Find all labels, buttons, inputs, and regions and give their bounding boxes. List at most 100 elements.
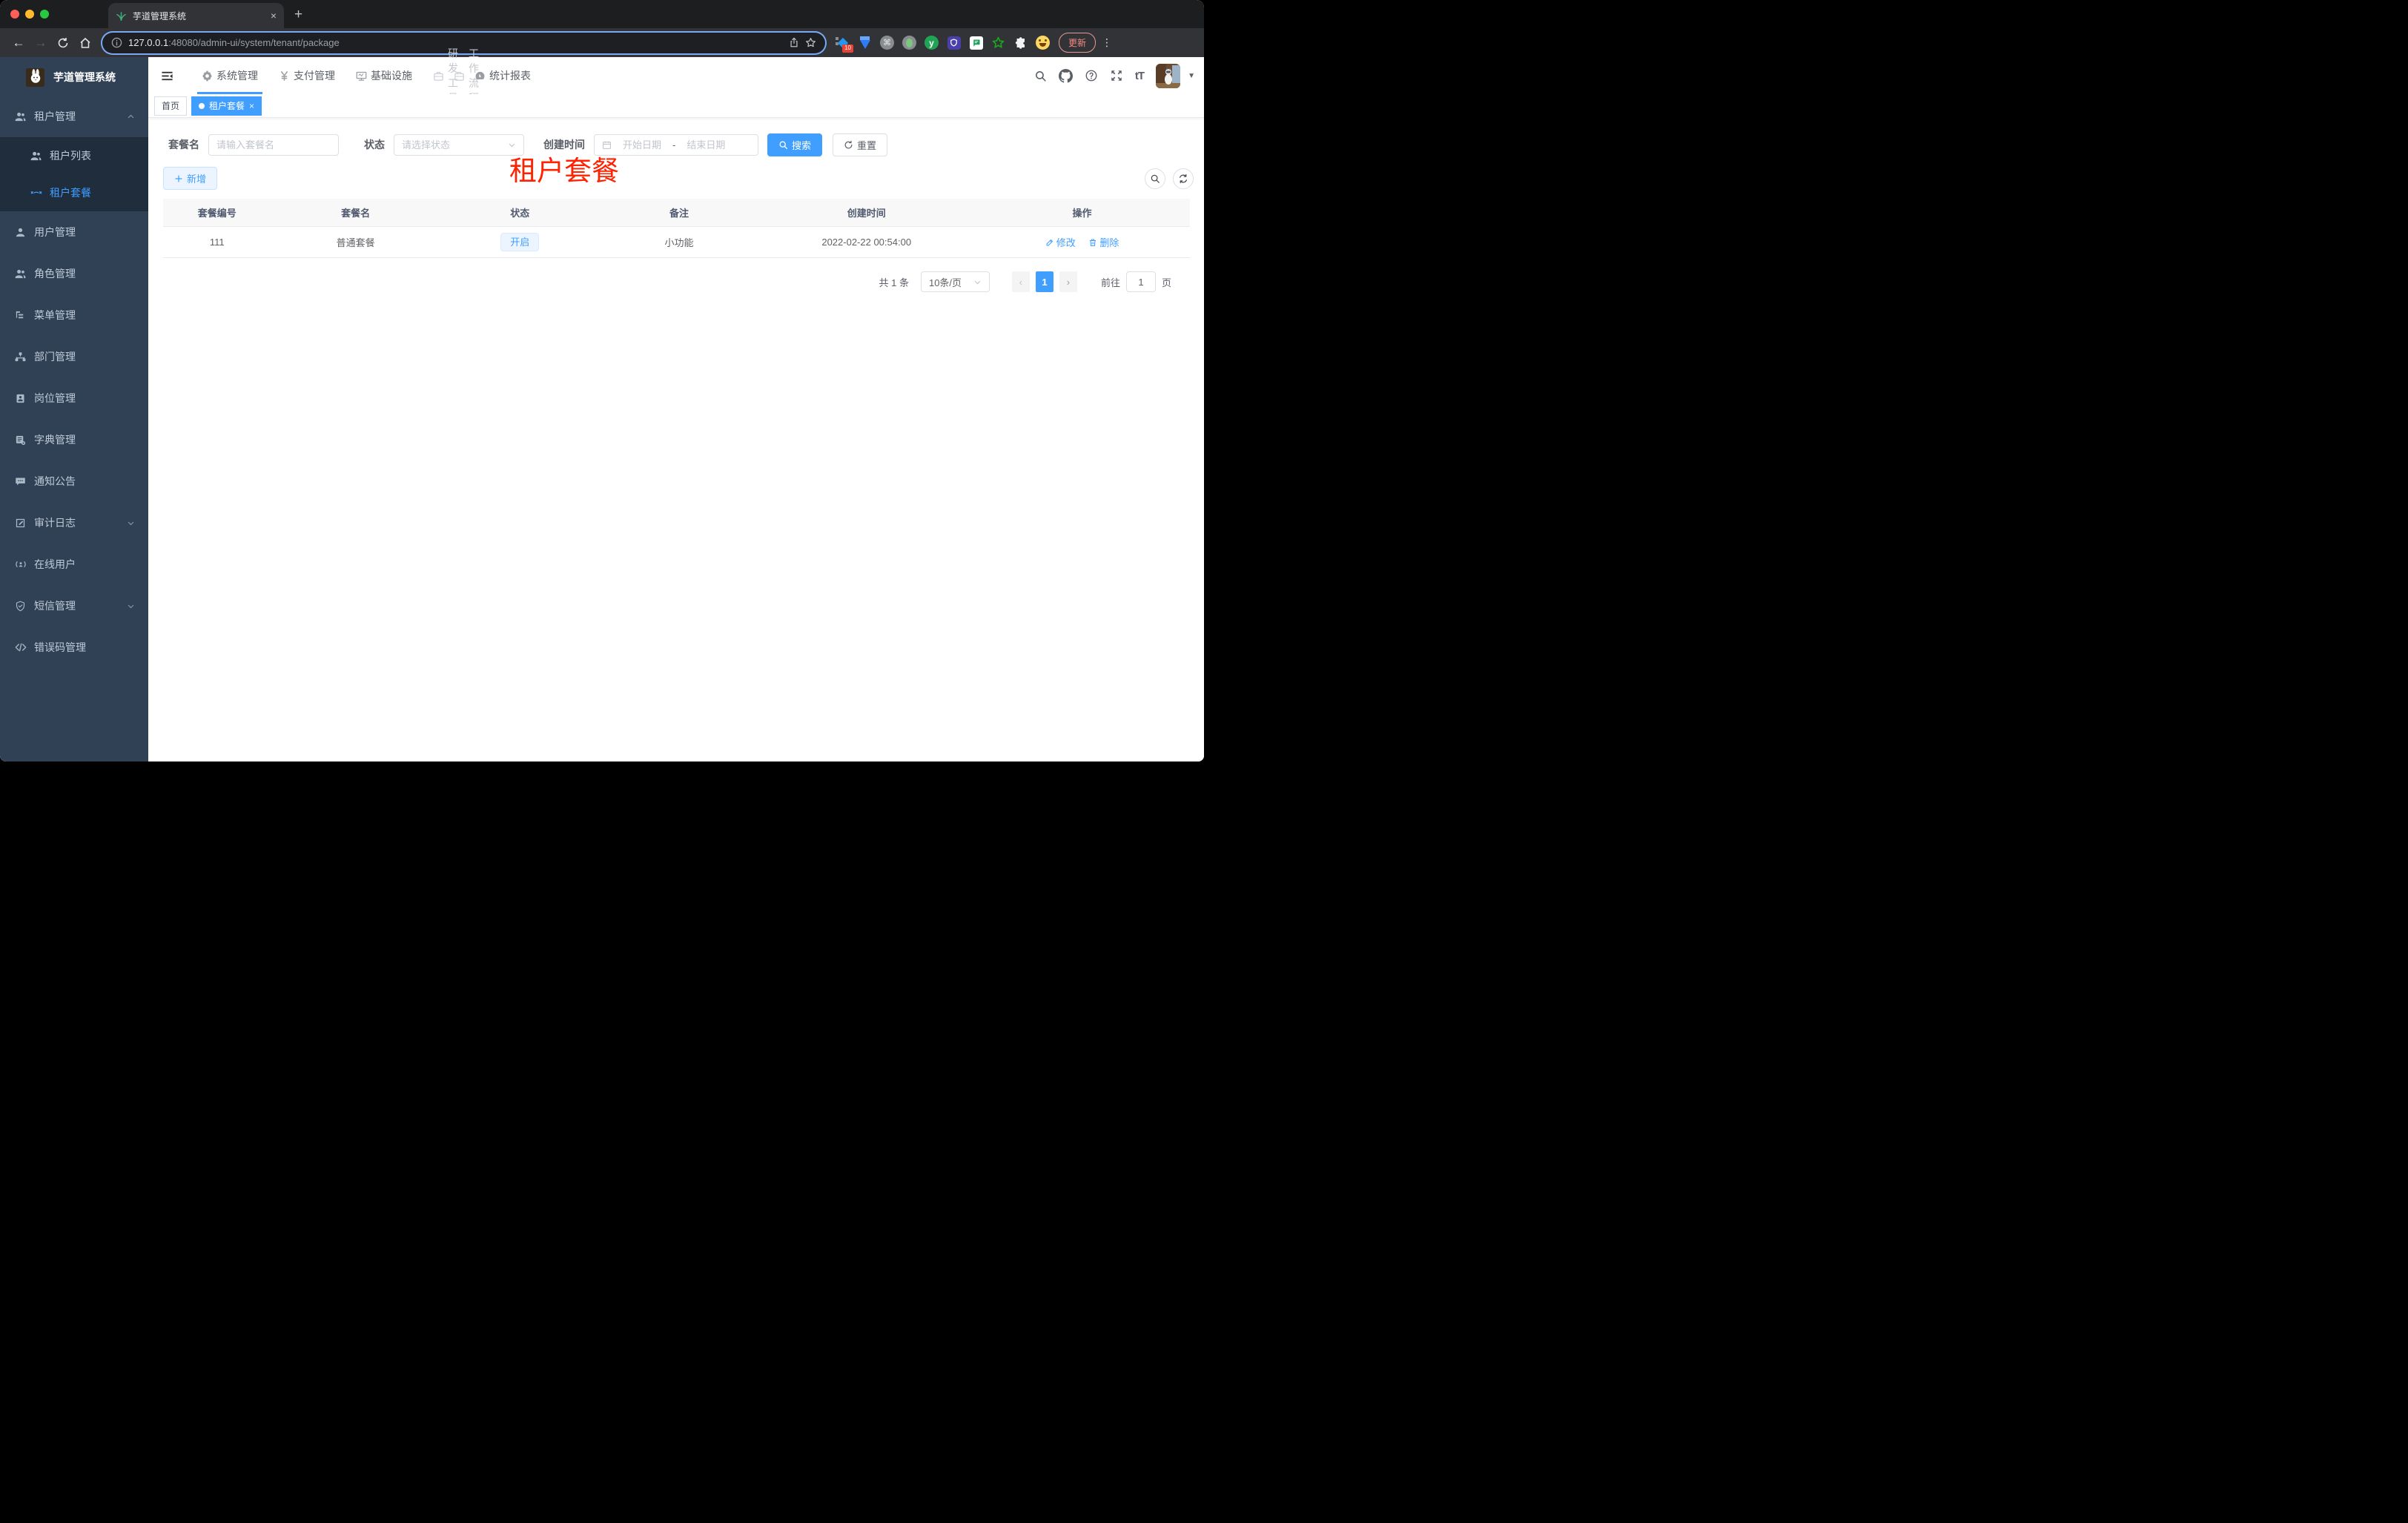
sidebar-item-menu[interactable]: 菜单管理 — [0, 294, 148, 336]
topnav-label: 支付管理 — [294, 70, 335, 82]
prev-page-button[interactable]: ‹ — [1011, 271, 1030, 292]
sidebar-item-audit[interactable]: 审计日志 — [0, 502, 148, 544]
topnav-item-system[interactable]: 系统管理 — [191, 57, 268, 94]
back-button[interactable]: ← — [7, 36, 30, 50]
sidebar-item-tenant-package[interactable]: 租户套餐 — [0, 174, 148, 211]
sidebar-item-label: 审计日志 — [34, 517, 76, 529]
edit-link[interactable]: 修改 — [1045, 235, 1076, 249]
zoom-window-button[interactable] — [40, 10, 49, 19]
tag-label: 租户套餐 — [209, 101, 245, 111]
badge-icon — [15, 393, 27, 404]
sidebar-item-online[interactable]: 在线用户 — [0, 544, 148, 585]
sidebar-item-tenant-list[interactable]: 租户列表 — [0, 137, 148, 174]
sidebar-item-user[interactable]: 用户管理 — [0, 211, 148, 253]
tab-close-icon[interactable]: × — [271, 10, 277, 21]
tag-close-icon[interactable]: × — [249, 101, 254, 111]
extension-gem-icon[interactable] — [858, 36, 872, 50]
status-filter-select[interactable] — [394, 133, 524, 156]
user-avatar[interactable] — [1156, 63, 1181, 88]
extension-shield-icon[interactable] — [947, 36, 961, 50]
sidebar-item-dept[interactable]: 部门管理 — [0, 336, 148, 377]
date-start-input[interactable] — [615, 139, 669, 151]
extension-star-icon[interactable] — [991, 36, 1005, 50]
chevron-down-icon — [127, 519, 135, 527]
cell-package-id: 111 — [209, 237, 225, 248]
fullscreen-icon[interactable] — [1110, 69, 1123, 82]
topnav-item-flow[interactable]: 工作流程 — [443, 47, 479, 104]
chevron-down-icon — [973, 278, 982, 286]
topnav-item-infra[interactable]: 基础设施 — [345, 57, 423, 94]
search-button[interactable]: 搜索 — [767, 133, 823, 156]
date-end-input[interactable] — [678, 139, 734, 151]
font-size-icon[interactable]: tT — [1135, 70, 1145, 82]
add-button[interactable]: 新增 — [163, 167, 218, 190]
help-icon[interactable] — [1085, 69, 1098, 82]
chrome-update-button[interactable]: 更新 — [1059, 33, 1096, 53]
minimize-window-button[interactable] — [25, 10, 34, 19]
extension-command-icon[interactable]: ⌘ — [880, 36, 894, 50]
sidebar-item-tenant-group[interactable]: 租户管理 — [0, 96, 148, 137]
search-icon[interactable] — [1034, 70, 1047, 82]
name-filter-wrap — [208, 133, 339, 156]
extension-green-dot-icon[interactable] — [902, 36, 916, 50]
page-size-select[interactable] — [920, 271, 990, 292]
sidebar-item-post[interactable]: 岗位管理 — [0, 377, 148, 419]
address-bar[interactable]: 127.0.0.1:48080/admin-ui/system/tenant/p… — [102, 32, 825, 53]
sidebar-item-role[interactable]: 角色管理 — [0, 253, 148, 294]
url-path: :48080/admin-ui/system/tenant/package — [168, 37, 340, 48]
page-size-value[interactable] — [928, 276, 973, 288]
share-icon[interactable] — [789, 37, 799, 48]
reload-button[interactable] — [52, 37, 74, 49]
topnav-item-pay[interactable]: 支付管理 — [268, 57, 345, 94]
forward-button[interactable]: → — [30, 36, 52, 50]
goto-label: 前往 — [1100, 277, 1120, 288]
profile-avatar-emoji[interactable] — [1036, 36, 1050, 50]
search-form: 套餐名 状态 创建时间 — [148, 133, 1204, 156]
site-info-icon[interactable] — [111, 37, 122, 48]
extension-y-icon[interactable]: y — [924, 36, 939, 50]
column-header-created: 创建时间 — [847, 208, 886, 219]
topnav-item-report[interactable]: 统计报表 — [464, 57, 541, 94]
tree-list-icon — [15, 310, 27, 321]
new-tab-button[interactable]: + — [294, 7, 302, 23]
next-page-button[interactable]: › — [1059, 271, 1077, 292]
bookmark-star-icon[interactable] — [805, 37, 816, 48]
avatar-caret-icon[interactable]: ▼ — [1188, 72, 1195, 80]
chrome-menu-icon[interactable]: ⋮ — [1102, 36, 1112, 49]
home-button[interactable] — [74, 37, 96, 49]
status-filter-input[interactable] — [402, 139, 508, 151]
browser-tab[interactable]: 芋道管理系统 × — [108, 3, 284, 28]
reset-button[interactable]: 重置 — [833, 133, 888, 156]
sidebar-item-sms[interactable]: 短信管理 — [0, 585, 148, 627]
extension-chat-icon[interactable] — [969, 36, 983, 50]
sidebar-item-label: 岗位管理 — [34, 392, 76, 404]
browser-toolbar: ← → 127.0.0.1:48080/admin-ui/system/tena… — [0, 28, 1204, 57]
toggle-search-button[interactable] — [1145, 168, 1165, 189]
main-area: 租户套餐 系统管理 支付管理 基础设施 研发工 工作流 统计报表 tT ▼ 首页… — [148, 47, 1204, 762]
sidebar-logo[interactable]: 芋道管理系统 — [0, 59, 148, 96]
tag-tenant-package[interactable]: 租户套餐 × — [191, 96, 262, 116]
close-window-button[interactable] — [10, 10, 19, 19]
users-icon — [30, 151, 42, 162]
current-page-button[interactable]: 1 — [1035, 271, 1054, 292]
sidebar-item-label: 通知公告 — [34, 475, 76, 487]
sidebar-item-dict[interactable]: 字典管理 — [0, 419, 148, 460]
logo-rabbit-image — [26, 67, 44, 87]
briefcase-icon — [454, 70, 465, 82]
column-header-remark: 备注 — [669, 208, 689, 219]
extension-diamond-icon[interactable]: 10 — [836, 36, 853, 53]
goto-page-input[interactable] — [1134, 276, 1148, 288]
extensions-puzzle-icon[interactable] — [1013, 36, 1028, 50]
sidebar-collapse-icon[interactable] — [161, 70, 173, 82]
tag-home[interactable]: 首页 — [154, 96, 188, 116]
cell-status: 开启 — [440, 233, 600, 251]
status-badge: 开启 — [500, 233, 540, 251]
topnav-item-dev[interactable]: 研发工具 — [423, 47, 458, 104]
github-icon[interactable] — [1058, 68, 1073, 83]
sidebar-item-notice[interactable]: 通知公告 — [0, 460, 148, 502]
refresh-button[interactable] — [1173, 168, 1194, 189]
sidebar-item-errcode[interactable]: 错误码管理 — [0, 627, 148, 668]
name-filter-input[interactable] — [216, 139, 331, 151]
status-filter-label: 状态 — [364, 139, 385, 151]
delete-link[interactable]: 删除 — [1088, 235, 1119, 249]
